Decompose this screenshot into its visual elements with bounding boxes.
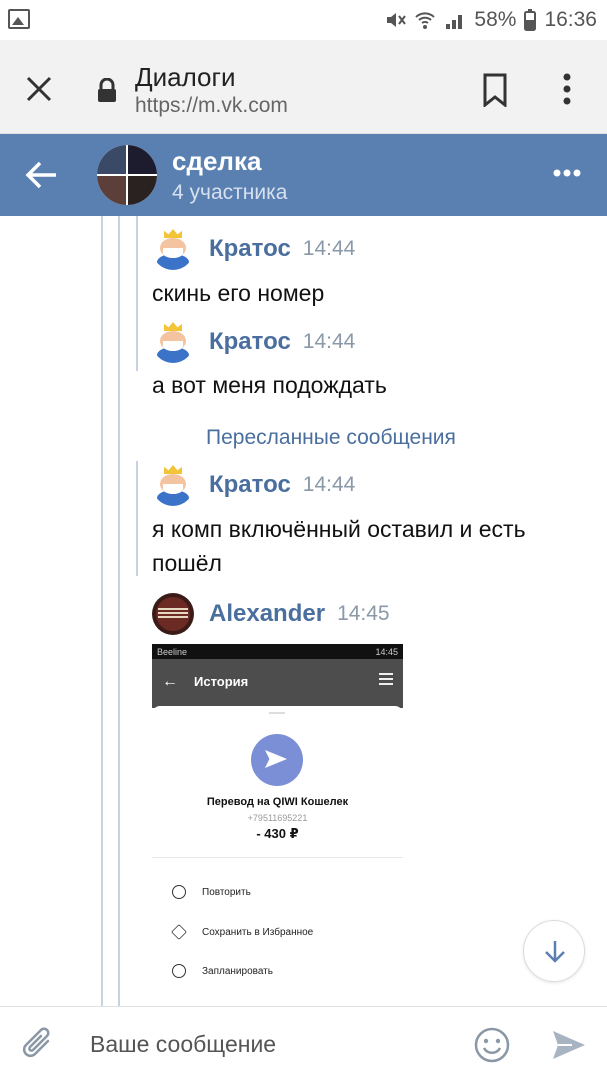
message-time: 14:44 <box>302 237 356 260</box>
photo-filter-icon <box>379 673 393 687</box>
forward-line-outer <box>101 216 103 1006</box>
message-text: я комп включённый оставил и есть пошёл <box>152 516 526 576</box>
photo-back-arrow-icon: ← <box>162 672 178 690</box>
mute-icon <box>387 13 407 27</box>
back-arrow-icon[interactable] <box>24 160 58 190</box>
signal-icon <box>446 15 463 29</box>
clock: 16:36 <box>544 8 597 31</box>
photo-action-item: Сохранить в Избранное <box>171 924 313 940</box>
message-time: 14:44 <box>302 330 356 353</box>
message-author[interactable]: Кратос <box>209 235 291 263</box>
photo-action-item: Запланировать <box>172 964 273 978</box>
overflow-menu-icon[interactable] <box>560 72 574 106</box>
message-time: 14:44 <box>302 473 356 496</box>
forward-line-inner <box>136 216 138 371</box>
message-header: Кратос 14:44 <box>152 464 355 506</box>
avatar[interactable] <box>152 593 194 635</box>
avatar[interactable] <box>152 321 194 363</box>
battery-icon <box>524 9 537 31</box>
photo-carrier: Beeline <box>157 646 188 657</box>
bookmark-icon[interactable] <box>481 73 509 107</box>
attached-photo[interactable]: Beeline 14:45 ← История Перевод на QIWI … <box>152 644 403 1006</box>
chat-avatar[interactable] <box>97 145 157 205</box>
send-icon[interactable] <box>551 1029 587 1061</box>
browser-page-title: Диалоги <box>135 62 236 92</box>
forwarded-messages-label[interactable]: Пересланные сообщения <box>206 426 456 450</box>
emoji-icon[interactable] <box>474 1027 510 1063</box>
star-icon <box>171 924 187 940</box>
chat-participants[interactable]: 4 участника <box>172 181 287 205</box>
scroll-down-button[interactable] <box>523 920 585 982</box>
message-text: а вот меня подождать <box>152 372 387 398</box>
message-time: 14:45 <box>337 602 390 625</box>
more-icon[interactable] <box>552 168 582 178</box>
browser-url[interactable]: https://m.vk.com <box>135 94 288 118</box>
photo-phone: +79511695221 <box>247 813 308 823</box>
photo-transfer-card: Перевод на QIWI Кошелек +79511695221 - 4… <box>152 706 403 1006</box>
arrow-down-icon <box>545 941 565 963</box>
avatar[interactable] <box>152 464 194 506</box>
message-author[interactable]: Кратос <box>209 471 291 499</box>
message-header: Кратос 14:44 <box>152 228 355 270</box>
battery-percent: 58% <box>474 8 517 31</box>
browser-toolbar: Диалоги https://m.vk.com <box>0 40 607 134</box>
chat-header: сделка 4 участника <box>0 134 607 216</box>
photo-action-item: Повторить <box>172 885 251 899</box>
chat-title[interactable]: сделка <box>172 146 261 177</box>
paperclip-icon[interactable] <box>20 1025 56 1063</box>
gallery-notification-icon <box>8 9 30 29</box>
message-header: Кратос 14:44 <box>152 321 355 363</box>
photo-amount: - 430 ₽ <box>256 826 299 841</box>
photo-transfer-title: Перевод на QIWI Кошелек <box>206 796 349 808</box>
status-bar: 58% 16:36 <box>0 0 607 40</box>
photo-app-header: ← История <box>152 659 403 704</box>
lock-icon <box>98 78 116 102</box>
avatar[interactable] <box>152 228 194 270</box>
status-icons: 58% 16:36 <box>384 6 597 34</box>
message-input[interactable] <box>90 1027 450 1061</box>
message-header: Alexander 14:45 <box>152 593 390 635</box>
photo-screen-title: История <box>194 674 249 689</box>
photo-clock: 14:45 <box>375 646 398 657</box>
repeat-icon <box>172 885 186 899</box>
message-text: скинь его номер <box>152 280 325 306</box>
wifi-icon <box>415 12 436 29</box>
photo-status-bar: Beeline 14:45 <box>152 644 403 659</box>
message-author[interactable]: Кратос <box>209 328 291 356</box>
message-list[interactable]: Кратос 14:44 скинь его номер Кратос 14:4… <box>0 216 607 1006</box>
forward-line-inner <box>136 461 138 576</box>
message-composer <box>0 1006 607 1080</box>
photo-send-icon <box>251 734 303 786</box>
forward-line-middle <box>118 216 120 1006</box>
clock-icon <box>172 964 186 978</box>
message-author[interactable]: Alexander <box>209 600 325 628</box>
close-icon[interactable] <box>24 74 54 104</box>
